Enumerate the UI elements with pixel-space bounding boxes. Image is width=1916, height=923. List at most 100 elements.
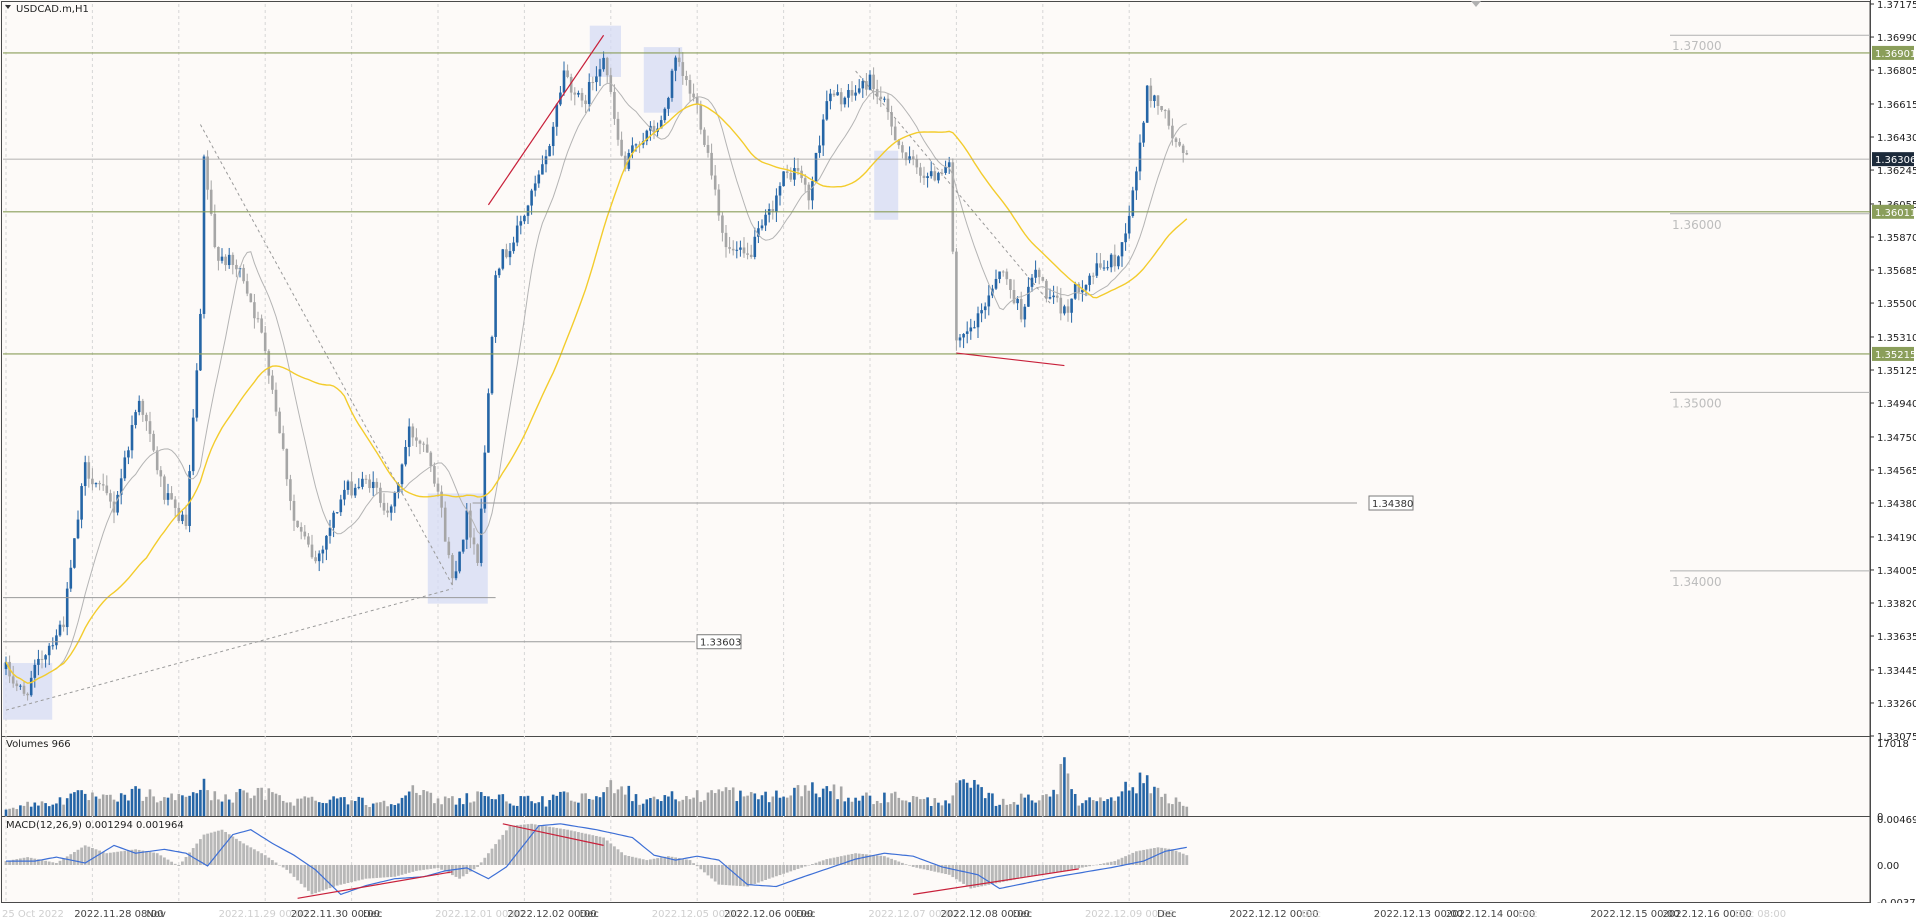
volume-bar — [1037, 800, 1041, 816]
macd-histogram-bar — [645, 860, 649, 865]
macd-histogram-bar — [62, 858, 65, 865]
candle-body — [314, 557, 317, 562]
candle — [955, 247, 958, 351]
volume-bar — [1117, 796, 1120, 816]
macd-histogram-bar — [994, 864, 998, 884]
candle-body — [926, 176, 929, 179]
macd-histogram-bar — [271, 860, 274, 865]
volume-bar — [461, 804, 465, 816]
volume-bar — [609, 780, 613, 816]
candle-body — [109, 493, 112, 502]
macd-histogram-bar — [789, 864, 793, 872]
volume-bar — [976, 784, 980, 816]
macd-histogram-bar — [1138, 850, 1142, 865]
candle-body — [393, 492, 397, 507]
macd-histogram-bar — [260, 853, 263, 865]
volume-bar — [670, 791, 674, 816]
candle-body — [508, 251, 512, 258]
candle-body — [1135, 171, 1138, 191]
candle-body — [735, 249, 739, 251]
candle-body — [1012, 290, 1016, 304]
candle-body — [281, 433, 285, 449]
candle-body — [335, 512, 339, 514]
volume-bar — [915, 796, 919, 816]
macd-histogram-bar — [836, 856, 839, 865]
volume-bar — [69, 793, 73, 816]
candle-body — [11, 676, 15, 684]
macd-histogram-bar — [1171, 849, 1174, 865]
macd-histogram-bar — [1063, 864, 1066, 871]
volume-bar — [73, 792, 76, 816]
macd-histogram-bar — [1073, 864, 1077, 869]
macd-histogram-bar — [422, 864, 425, 870]
macd-histogram-bar — [577, 832, 580, 865]
candle-body — [1048, 297, 1052, 299]
candle-body — [681, 62, 685, 76]
macd-histogram-bar — [1052, 864, 1055, 873]
macd-histogram-bar — [235, 838, 238, 865]
macd-histogram-bar — [692, 863, 695, 865]
volume-bar — [940, 805, 944, 816]
macd-histogram-bar — [105, 853, 109, 865]
candle-body — [404, 446, 407, 465]
candle-body — [839, 92, 843, 105]
macd-histogram-bar — [353, 864, 357, 882]
candle-body — [357, 486, 361, 488]
volume-bar — [1016, 804, 1019, 816]
volume-bar — [407, 791, 411, 816]
volume-bar — [544, 806, 548, 816]
candle-body — [901, 145, 904, 153]
candle-body — [40, 658, 44, 660]
candle — [296, 520, 299, 529]
volume-bar — [490, 799, 494, 816]
candle-body — [908, 156, 911, 161]
macd-histogram-bar — [926, 864, 929, 871]
volume-bar — [379, 802, 382, 816]
macd-histogram-bar — [404, 864, 407, 874]
volume-bar — [292, 805, 296, 816]
volume-bar — [634, 794, 638, 816]
volume-bar — [202, 778, 206, 816]
candle-body — [857, 88, 861, 93]
candle-body — [256, 318, 260, 320]
macd-histogram-bar — [793, 864, 796, 871]
volume-bar — [782, 796, 785, 816]
candle-body — [883, 98, 886, 100]
volume-bar — [537, 802, 541, 816]
candle-body — [983, 306, 987, 311]
chart-root: 1.37000 1.36000 1.35000 1.34000 1.34380 1.336… — [0, 0, 1916, 923]
macd-histogram-bar — [346, 864, 350, 883]
volume-bar — [832, 784, 836, 816]
macd-histogram-bar — [134, 849, 137, 865]
price-tick-label: 1.33260 — [1877, 699, 1916, 710]
volume-bar — [861, 795, 865, 816]
macd-histogram-bar — [274, 862, 278, 865]
candle-body — [245, 281, 249, 294]
macd-histogram-bar — [310, 864, 314, 895]
macd-histogram-bar — [659, 857, 663, 865]
candle-body — [595, 76, 598, 83]
price-tick-label: 1.36990 — [1877, 33, 1916, 44]
volume-bar — [958, 780, 962, 816]
volume-bar — [469, 802, 472, 816]
volume-bar — [677, 801, 681, 816]
line-label: 1.33603 — [700, 638, 741, 649]
candle-body — [843, 97, 847, 105]
candle-body — [634, 144, 638, 146]
price-tick-label: 1.34750 — [1877, 433, 1916, 444]
volume-bar — [346, 804, 350, 816]
macd-histogram-bar — [875, 855, 879, 865]
volume-bar — [1106, 799, 1109, 816]
macd-histogram-bar — [249, 847, 253, 865]
candle-body — [832, 93, 836, 96]
candle-body — [836, 92, 839, 96]
candle-body — [688, 80, 692, 94]
volume-bar — [850, 801, 854, 816]
macd-histogram-bar — [1034, 864, 1037, 876]
volume-bar — [184, 796, 188, 816]
macd-histogram-bar — [562, 829, 566, 865]
macd-histogram-bar — [807, 864, 811, 866]
macd-histogram-bar — [595, 835, 598, 865]
volume-bar — [382, 800, 386, 816]
volume-bar — [843, 801, 847, 816]
